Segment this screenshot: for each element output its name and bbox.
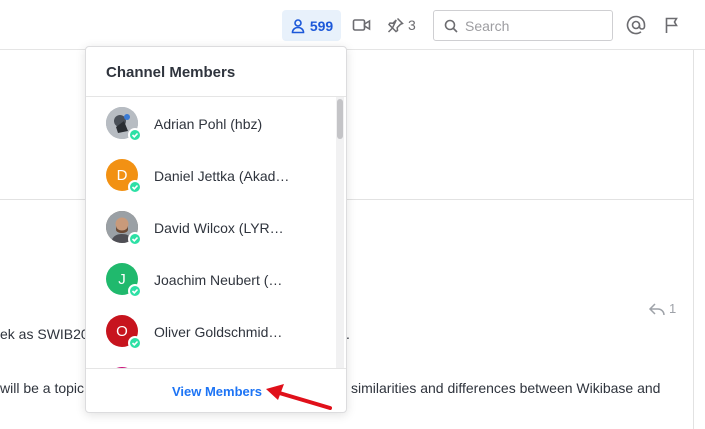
message-text: ek as SWIB20, [0,326,93,342]
search-icon [444,19,458,33]
member-list: Adrian Pohl (hbz) D Daniel Jettka (Akad… [86,97,346,368]
member-item[interactable]: O Oliver Goldschmid… [86,305,331,357]
video-call-icon[interactable] [351,14,373,36]
member-item[interactable] [86,357,331,368]
thread-reply-indicator[interactable]: 1 [648,301,676,316]
search-input[interactable] [465,17,605,34]
mentions-icon[interactable] [625,14,647,36]
member-list-scrollbar[interactable] [336,97,344,368]
avatar: O [106,315,142,350]
reply-icon [648,302,665,315]
member-item[interactable]: D Daniel Jettka (Akad… [86,149,331,201]
online-status-icon [128,180,142,194]
avatar: J [106,263,142,298]
message-text: will be a topic. [0,380,88,396]
online-status-icon [128,336,142,350]
scrollbar-thumb[interactable] [337,99,343,139]
member-name: David Wilcox (LYR… [154,220,284,236]
online-status-icon [128,232,142,246]
member-name: Daniel Jettka (Akad… [154,168,290,184]
avatar [106,211,142,246]
panel-divider [693,50,694,429]
search-box[interactable] [433,10,613,41]
members-button[interactable]: 599 [282,10,341,41]
pinned-messages-button[interactable]: 3 [387,13,416,37]
pin-icon [387,17,404,33]
members-count: 599 [309,17,334,34]
member-item[interactable]: J Joachim Neubert (… [86,253,331,305]
reply-count: 1 [669,301,677,316]
popover-title: Channel Members [106,64,236,81]
annotation-arrow-icon [266,384,332,410]
member-name: Adrian Pohl (hbz) [154,116,263,132]
message-text: similarities and differences between Wik… [351,380,661,396]
member-item[interactable]: Adrian Pohl (hbz) [86,97,331,149]
user-icon [291,18,305,33]
member-name: Joachim Neubert (… [154,272,283,288]
member-name: Oliver Goldschmid… [154,324,283,340]
avatar [106,107,142,142]
pinned-count: 3 [408,17,416,33]
flag-icon[interactable] [661,14,683,36]
online-status-icon [128,284,142,298]
avatar: D [106,159,142,194]
room-header: 599 3 [0,0,705,50]
channel-members-popover: Channel Members Adrian Pohl (hbz) D Dani… [85,46,347,413]
online-status-icon [128,128,142,142]
member-item[interactable]: David Wilcox (LYR… [86,201,331,253]
